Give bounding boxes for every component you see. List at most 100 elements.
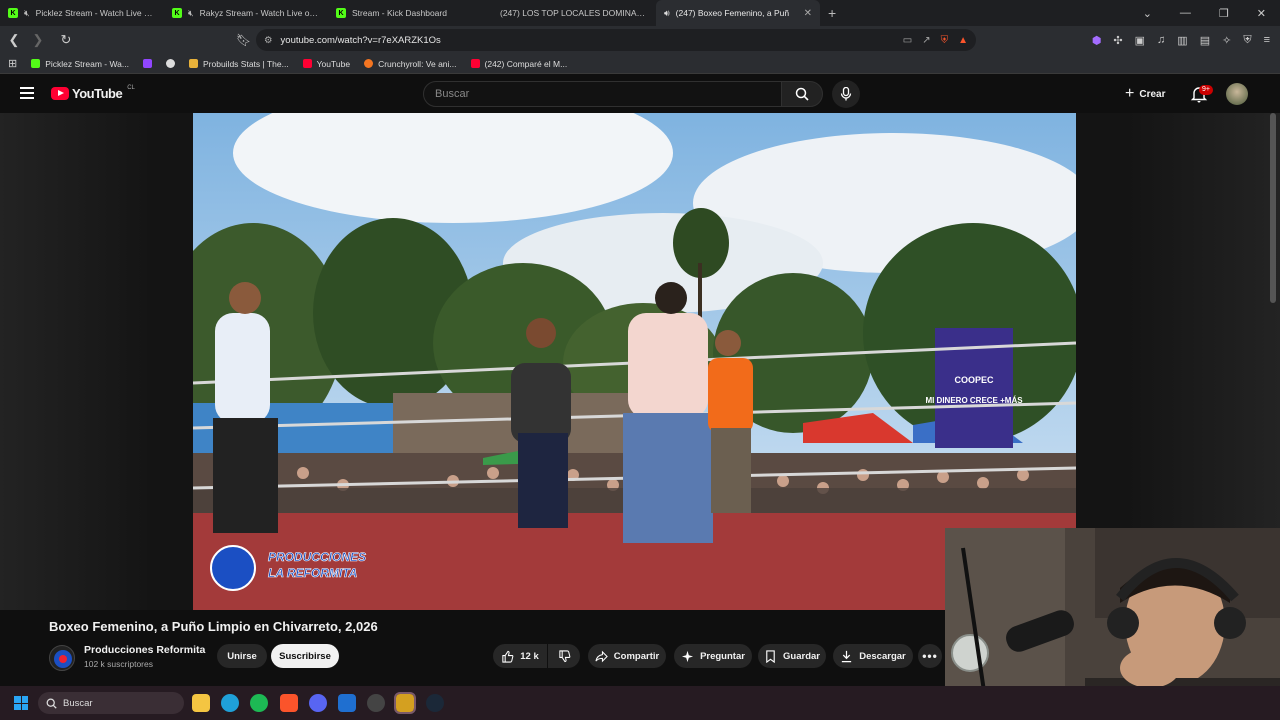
music-icon[interactable]: ♫ bbox=[1157, 34, 1165, 46]
taskbar-search-input[interactable]: Buscar bbox=[38, 692, 184, 714]
menu-icon[interactable]: ≡ bbox=[1264, 34, 1270, 46]
browser-tab[interactable]: K Stream - Kick Dashboard bbox=[328, 0, 492, 26]
reload-button[interactable]: ↻ bbox=[56, 32, 76, 48]
channel-avatar[interactable] bbox=[49, 645, 75, 671]
site-info-icon[interactable]: ⚙ bbox=[264, 35, 273, 46]
voice-search-button[interactable] bbox=[832, 80, 860, 108]
crunchyroll-icon bbox=[364, 59, 374, 68]
tab-search-icon[interactable]: ⌄ bbox=[1143, 7, 1152, 20]
browser-tab[interactable]: ▶ (247) LOS TOP LOCALES DOMINAN e bbox=[0, 0, 656, 85]
apps-grid-icon[interactable]: ⊞ bbox=[8, 57, 17, 70]
browser-tab-bar: K 🔇︎ Picklez Stream - Watch Live on Ki K… bbox=[0, 0, 1280, 85]
bookmark-item[interactable]: YouTube bbox=[302, 59, 350, 69]
forward-button[interactable]: ❯ bbox=[28, 32, 48, 48]
obs-icon[interactable] bbox=[367, 694, 385, 712]
subscribe-button[interactable]: Suscribirse bbox=[271, 644, 339, 668]
app-icon[interactable] bbox=[394, 692, 416, 714]
wallet-icon[interactable]: ▤ bbox=[1200, 34, 1210, 47]
discord-icon[interactable] bbox=[309, 694, 327, 712]
share-button[interactable]: Compartir bbox=[588, 644, 666, 668]
brave-rewards-icon[interactable]: ▲ bbox=[958, 35, 968, 46]
bookmark-item[interactable]: (242) Comparé el M... bbox=[470, 59, 567, 69]
search-icon bbox=[795, 87, 809, 101]
dislike-button[interactable] bbox=[548, 644, 580, 668]
video-title: Boxeo Femenino, a Puño Limpio en Chivarr… bbox=[49, 619, 378, 634]
address-toolbar: ❮ ❯ ↻ 🔖︎ ⚙ youtube.com/watch?v=r7eXARZK1… bbox=[0, 26, 1280, 54]
youtube-play-icon bbox=[51, 87, 69, 100]
create-button[interactable]: + Crear bbox=[1125, 83, 1165, 105]
bookmarks-bar: ⊞ Picklez Stream - Wa... Probuilds Stats… bbox=[0, 54, 1280, 74]
plus-icon: + bbox=[1125, 85, 1135, 102]
download-button[interactable]: Descargar bbox=[833, 644, 913, 668]
tab-title: (247) Boxeo Femenino, a Puñ bbox=[675, 8, 790, 18]
subscriber-count: 102 k suscriptores bbox=[84, 659, 153, 669]
share-icon[interactable]: ↗ bbox=[922, 35, 930, 46]
search-button[interactable] bbox=[781, 81, 823, 107]
windows-taskbar: Buscar bbox=[0, 686, 1280, 720]
video-frame: COOPEC MI DINERO CRECE +MÁS PRODUCCIONES… bbox=[193, 113, 1076, 610]
steam-icon[interactable] bbox=[426, 694, 444, 712]
fighter-figure bbox=[623, 282, 713, 543]
bookmark-item[interactable]: Probuilds Stats | The... bbox=[188, 59, 289, 69]
bookmark-item[interactable] bbox=[142, 59, 152, 68]
extension-icon[interactable]: ⬢ bbox=[1092, 34, 1102, 47]
youtube-header: YouTube CL Buscar + Crear 9+ bbox=[0, 75, 1280, 113]
ask-button[interactable]: Preguntar bbox=[674, 644, 752, 668]
youtube-icon bbox=[302, 59, 312, 68]
app-icon[interactable] bbox=[338, 694, 356, 712]
thumbs-down-icon bbox=[558, 649, 570, 662]
join-button[interactable]: Unirse bbox=[217, 644, 267, 668]
kick-icon bbox=[31, 59, 41, 68]
avatar[interactable] bbox=[1226, 83, 1248, 105]
tab-title: (247) LOS TOP LOCALES DOMINAN e bbox=[500, 8, 648, 18]
download-icon bbox=[842, 650, 852, 662]
muted-icon[interactable]: 🔇︎ bbox=[24, 8, 30, 19]
url-text: youtube.com/watch?v=r7eXARZK1Os bbox=[280, 34, 441, 46]
maximize-button[interactable]: ❐ bbox=[1219, 7, 1229, 20]
browser-tab[interactable]: K 🔇︎ Rakyz Stream - Watch Live on Ki bbox=[164, 0, 328, 26]
channel-name[interactable]: Producciones Reformita bbox=[84, 644, 205, 656]
new-tab-button[interactable]: + bbox=[820, 5, 844, 21]
sidebar-icon[interactable]: ▥ bbox=[1177, 34, 1187, 47]
bookmark-item[interactable]: Crunchyroll: Ve ani... bbox=[364, 59, 457, 69]
spotify-icon[interactable] bbox=[250, 694, 268, 712]
windows-start-icon[interactable] bbox=[14, 696, 28, 710]
tab-title: Rakyz Stream - Watch Live on Ki bbox=[199, 8, 320, 18]
bookmark-icon bbox=[766, 649, 775, 663]
thumbs-up-icon bbox=[502, 650, 514, 663]
leo-icon[interactable]: ✧ bbox=[1222, 34, 1231, 47]
bookmark-icon[interactable]: 🔖︎ bbox=[236, 33, 251, 47]
muted-icon[interactable]: 🔇︎ bbox=[188, 8, 194, 19]
edge-icon[interactable] bbox=[221, 694, 239, 712]
more-actions-button[interactable]: ••• bbox=[918, 644, 942, 668]
youtube-logo[interactable]: YouTube CL bbox=[51, 85, 135, 101]
sparkle-icon bbox=[681, 650, 694, 662]
brave-shield-icon[interactable]: ⛨ bbox=[941, 35, 949, 46]
browser-tab-active[interactable]: ▶ 🔊︎ (247) Boxeo Femenino, a Puñ ✕ bbox=[0, 0, 820, 85]
back-button[interactable]: ❮ bbox=[4, 32, 24, 48]
file-explorer-icon[interactable] bbox=[192, 694, 210, 712]
screenshot-icon[interactable]: ▣ bbox=[1135, 34, 1145, 47]
eye-icon bbox=[165, 59, 175, 68]
tab-title: Stream - Kick Dashboard bbox=[352, 8, 447, 18]
minimize-button[interactable]: — bbox=[1180, 7, 1191, 19]
search-input[interactable]: Buscar bbox=[423, 81, 783, 107]
bookmark-item[interactable] bbox=[165, 59, 175, 68]
close-window-button[interactable]: ✕ bbox=[1257, 7, 1266, 20]
svg-text:PRODUCCIONES: PRODUCCIONES bbox=[268, 550, 366, 564]
bookmark-item[interactable]: Picklez Stream - Wa... bbox=[31, 59, 129, 69]
vpn-icon[interactable]: ⛨ bbox=[1243, 34, 1251, 47]
save-button[interactable]: Guardar bbox=[758, 644, 826, 668]
speaker-icon[interactable]: 🔊︎ bbox=[664, 8, 670, 19]
url-bar[interactable]: ⚙ youtube.com/watch?v=r7eXARZK1Os ▭ ↗ ⛨ … bbox=[256, 29, 976, 51]
hamburger-menu-icon[interactable] bbox=[20, 87, 34, 102]
cast-icon[interactable]: ▭ bbox=[903, 35, 912, 46]
brave-icon[interactable] bbox=[280, 694, 298, 712]
window-controls: ⌄ — ❐ ✕ bbox=[1143, 0, 1280, 26]
page-scrollbar[interactable] bbox=[1270, 113, 1276, 303]
close-tab-icon[interactable]: ✕ bbox=[804, 8, 812, 19]
puzzle-icon[interactable]: ✣ bbox=[1113, 34, 1122, 47]
browser-tab[interactable]: K 🔇︎ Picklez Stream - Watch Live on Ki bbox=[0, 0, 164, 26]
like-button[interactable]: 12 k bbox=[493, 644, 547, 668]
video-player[interactable]: COOPEC MI DINERO CRECE +MÁS PRODUCCIONES… bbox=[193, 113, 1076, 610]
